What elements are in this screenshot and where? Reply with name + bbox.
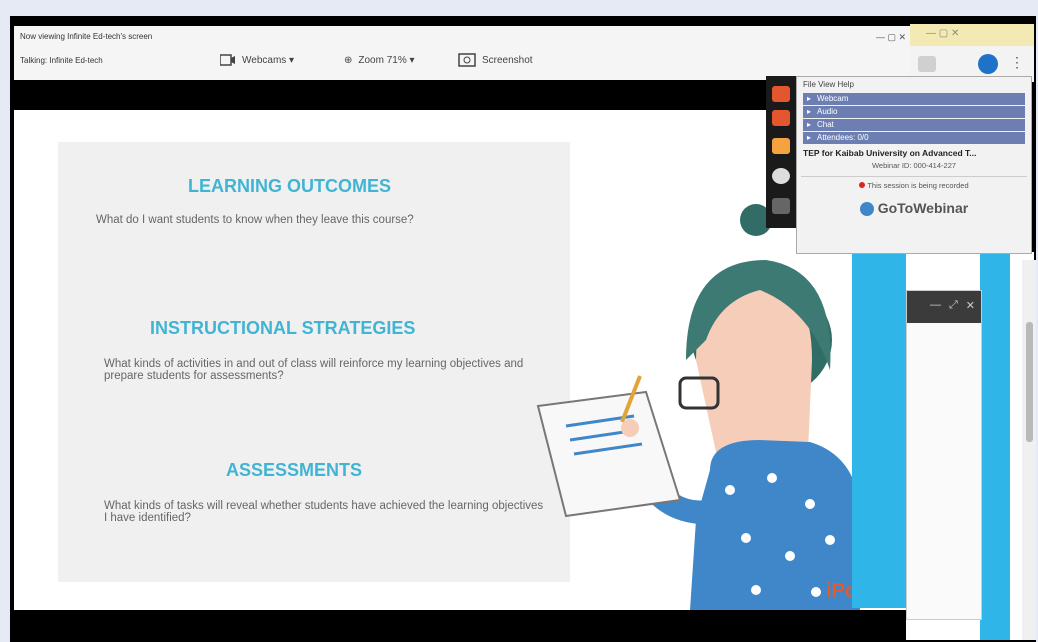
section-heading: ASSESSMENTS	[226, 460, 363, 480]
section-text: What do I want students to know when the…	[96, 214, 414, 226]
menu-dots-icon[interactable]: ⋮	[1010, 54, 1024, 71]
gtw-side-toolbar	[766, 76, 796, 228]
minimize-icon[interactable]: —	[930, 299, 941, 315]
floating-window: — ⤢ ✕	[906, 290, 982, 620]
blue-panel-right	[980, 254, 1010, 640]
gotowebinar-logo: GoToWebinar	[797, 200, 1031, 217]
profile-avatar-icon[interactable]	[978, 54, 998, 74]
gtw-panel-row[interactable]: Chat	[803, 119, 1025, 131]
viewing-label: Now viewing Infinite Ed-tech's screen	[20, 32, 153, 41]
webinar-title: TEP for Kaibab University on Advanced T.…	[803, 148, 977, 158]
section-text: What kinds of activities in and out of c…	[104, 358, 524, 382]
outcomes-panel: LEARNING OUTCOMES What do I want student…	[58, 142, 570, 582]
settings-icon[interactable]	[772, 198, 790, 214]
section-heading: LEARNING OUTCOMES	[188, 176, 392, 196]
zoom-button[interactable]: ⊕ Zoom 71% ▾	[344, 50, 415, 70]
record-dot-icon	[859, 182, 866, 188]
screenshot-button[interactable]: Screenshot	[458, 50, 533, 70]
gtw-panel-row[interactable]: Audio	[803, 106, 1025, 118]
scrollbar-thumb[interactable]	[1026, 322, 1033, 442]
section-heading: INSTRUCTIONAL STRATEGIES	[150, 318, 416, 338]
tab-icons[interactable]: — ▢ ✕	[926, 28, 959, 39]
talking-label: Talking: Infinite Ed-tech	[20, 56, 103, 65]
scrollbar[interactable]	[1022, 260, 1036, 640]
browser-tabs: — ▢ ✕	[910, 24, 1034, 46]
screen-icon[interactable]	[772, 138, 790, 154]
close-icon[interactable]: ✕	[966, 299, 975, 315]
audio-icon[interactable]	[772, 86, 790, 102]
popup-header: — ⤢ ✕	[907, 291, 981, 323]
extension-icon[interactable]	[918, 56, 936, 72]
webinar-id: Webinar ID: 000-414-227	[871, 161, 957, 170]
gtw-logo-icon	[859, 202, 874, 217]
webcam-button[interactable]: Webcams ▾	[220, 50, 294, 70]
webcam-icon[interactable]	[772, 168, 790, 184]
expand-icon[interactable]: ⤢	[949, 299, 958, 315]
zoom-icon: ⊕	[344, 54, 353, 66]
screenshot-icon	[458, 53, 476, 67]
section-text: What kinds of tasks will reveal whether …	[104, 500, 544, 524]
gtw-menubar[interactable]: File View Help	[797, 77, 1031, 92]
recording-notice: This session is being recorded	[801, 176, 1027, 190]
gtw-panel-row[interactable]: Attendees: 0/0	[803, 132, 1025, 144]
camera-icon	[220, 54, 235, 66]
hand-icon[interactable]	[772, 110, 790, 126]
gtw-panel-row[interactable]: Webcam	[803, 93, 1025, 105]
gotowebinar-panel: File View Help Webcam Audio Chat Attende…	[796, 76, 1032, 254]
zoom-toolbar: Now viewing Infinite Ed-tech's screen Ta…	[14, 26, 910, 80]
window-controls[interactable]: — ▢ ✕	[876, 32, 906, 43]
